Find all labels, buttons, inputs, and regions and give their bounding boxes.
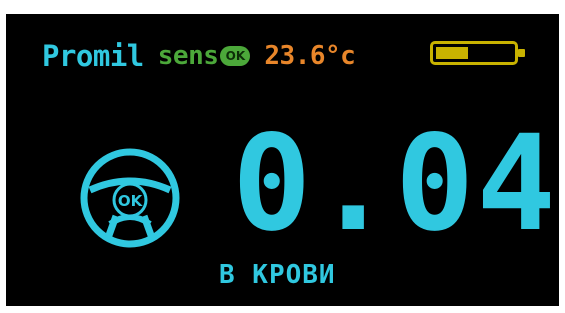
- reading-value: 0.04: [232, 107, 558, 261]
- status-bar: Promil sens OK 23.6°c: [42, 36, 356, 76]
- steering-wheel-icon: OK: [80, 148, 180, 248]
- battery-icon: [430, 41, 525, 65]
- temperature-readout: 23.6°c: [264, 41, 356, 71]
- sensor-ok-badge: OK: [220, 46, 251, 66]
- sensor-label: sens: [157, 41, 219, 71]
- device-display: Promil sens OK 23.6°c OK 0.04 В КРОВИ: [6, 14, 559, 306]
- status-icon-label: OK: [118, 192, 144, 210]
- reading-unit: В КРОВИ: [219, 260, 336, 290]
- battery-level-fill: [436, 47, 468, 59]
- app-name: Promil: [42, 39, 144, 73]
- battery-tip: [518, 49, 525, 57]
